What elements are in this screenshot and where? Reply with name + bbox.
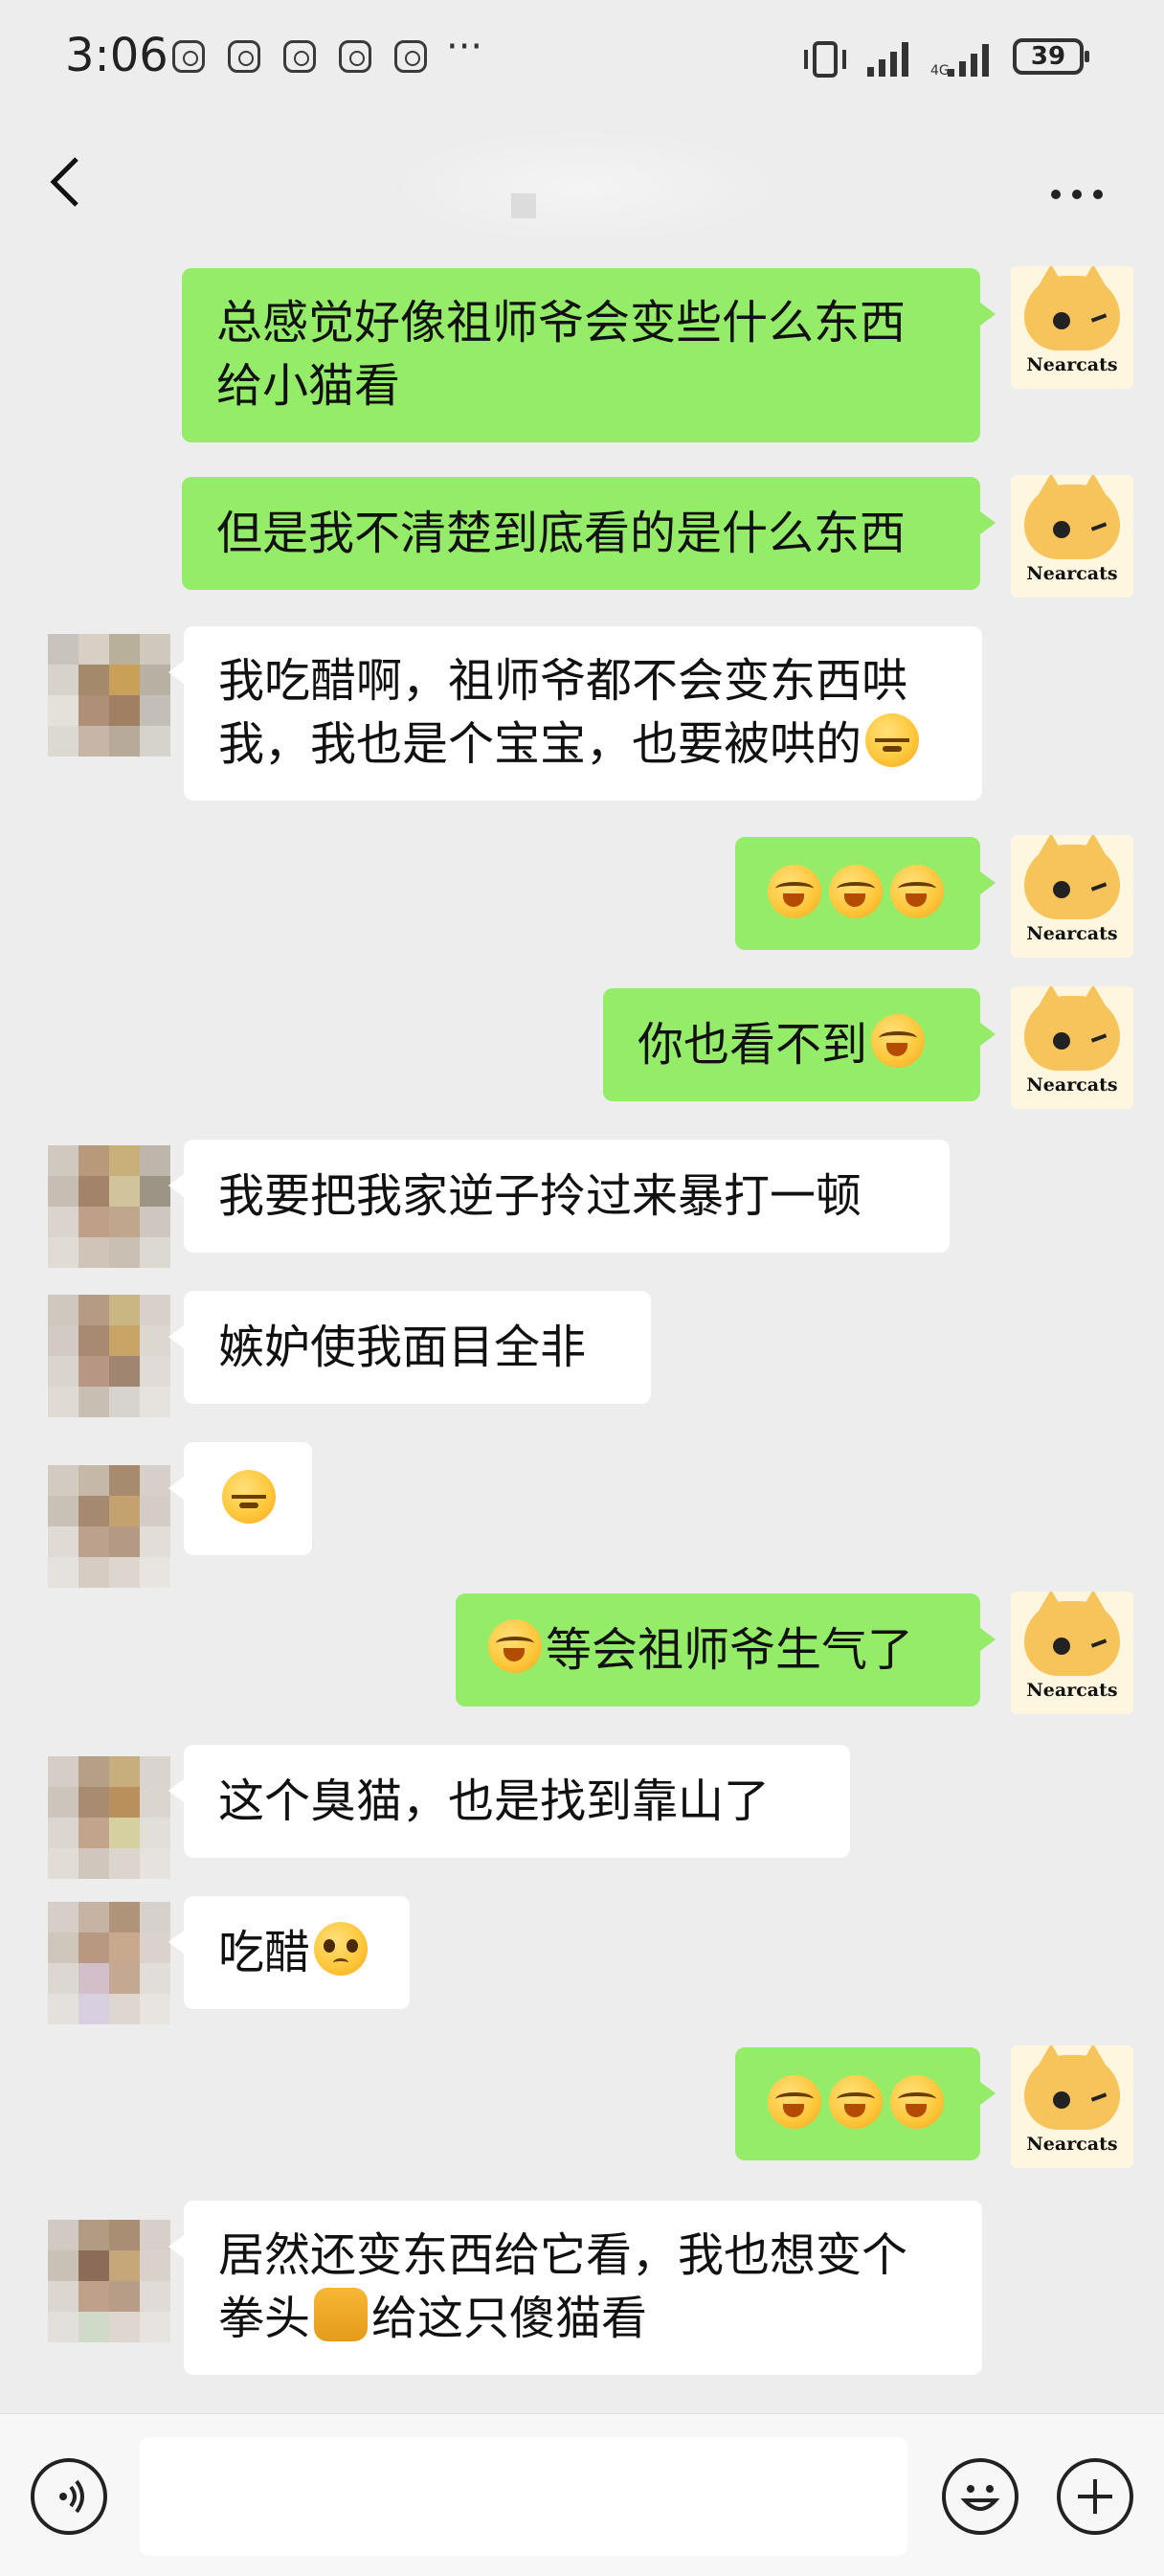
avatar[interactable] [48,1465,170,1588]
message-text: 拳头 [218,2292,311,2345]
laughing-crying-emoji-icon [488,1619,542,1673]
signal-icon [867,42,908,77]
laughing-crying-emoji-icon [890,865,944,918]
avatar[interactable]: Nearcats [1011,835,1133,958]
pleading-face-emoji-icon [314,1922,369,1976]
avatar-label: Nearcats [1026,923,1118,944]
message-text: 你也看不到 [638,1018,868,1072]
message-text: 吃醋 [218,1926,311,1979]
message-bubble-received[interactable]: 这个臭猫，也是找到靠山了 [168,1745,850,1858]
vibrate-icon [804,41,846,78]
title-placeholder [511,193,536,218]
avatar-label: Nearcats [1026,354,1118,375]
voice-icon[interactable] [31,2458,107,2535]
message-text: 给小猫看 [216,359,401,413]
message-bubble-sent[interactable] [735,2047,996,2160]
more-dots-icon[interactable] [1051,180,1112,209]
cat-avatar-icon [1024,1592,1120,1676]
notification-icon [283,40,316,73]
message-text: 嫉妒使我面目全非 [218,1321,587,1374]
message-text: 我，我也是个宝宝，也要被哄的 [218,717,862,771]
signal-icon: 4G [930,44,989,79]
avatar[interactable]: Nearcats [1011,475,1133,598]
message-bubble-sent[interactable]: 等会祖师爷生气了 [456,1593,996,1706]
notification-icon [394,40,427,73]
avatar[interactable] [48,1295,170,1417]
cat-avatar-icon [1024,475,1120,559]
avatar[interactable] [48,1902,170,2024]
cat-avatar-icon [1024,2045,1120,2130]
message-bubble-sent[interactable] [735,837,996,950]
angry-crying-emoji-icon [222,1470,276,1524]
message-bubble-received[interactable] [168,1442,312,1555]
notification-icon [339,40,371,73]
chat-header [0,115,1164,249]
message-text: 总感觉好像祖师爷会变些什么东西 [216,296,907,350]
laughing-crying-emoji-icon [829,865,883,918]
avatar[interactable] [48,1145,170,1268]
message-text: 我要把我家逆子拎过来暴打一顿 [218,1169,862,1223]
message-text: 我吃醋啊，祖师爷都不会变东西哄 [218,654,908,708]
avatar[interactable]: Nearcats [1011,266,1133,389]
status-time: 3:06 [65,29,168,82]
avatar[interactable]: Nearcats [1011,2045,1133,2168]
avatar-label: Nearcats [1026,1680,1118,1701]
avatar[interactable] [48,1756,170,1879]
message-bubble-received[interactable]: 居然还变东西给它看，我也想变个 拳头 给这只傻猫看 [168,2201,982,2375]
laughing-crying-emoji-icon [871,1014,926,1068]
angry-crying-emoji-icon [865,713,920,767]
fist-emoji-icon [314,2288,369,2341]
avatar[interactable] [48,634,170,757]
battery-indicator: 39 [1013,38,1089,75]
message-text: 居然还变东西给它看，我也想变个 [218,2228,908,2282]
message-bubble-sent[interactable]: 但是我不清楚到底看的是什么东西 [182,477,996,590]
message-bubble-received[interactable]: 吃醋 [168,1896,410,2009]
message-text: 这个臭猫，也是找到靠山了 [218,1774,771,1828]
message-bubble-received[interactable]: 嫉妒使我面目全非 [168,1291,651,1404]
svg-text:4G: 4G [930,63,950,79]
plus-icon[interactable] [1057,2458,1133,2535]
message-text: 但是我不清楚到底看的是什么东西 [216,507,907,560]
input-bar [0,2413,1164,2576]
message-bubble-received[interactable]: 我吃醋啊，祖师爷都不会变东西哄 我，我也是个宝宝，也要被哄的 [168,626,982,801]
cat-avatar-icon [1024,986,1120,1071]
message-bubble-sent[interactable]: 你也看不到 [603,988,996,1101]
message-bubble-received[interactable]: 我要把我家逆子拎过来暴打一顿 [168,1140,950,1253]
cat-avatar-icon [1024,266,1120,350]
message-input[interactable] [140,2437,907,2556]
avatar-label: Nearcats [1026,563,1118,584]
message-bubble-sent[interactable]: 总感觉好像祖师爷会变些什么东西 给小猫看 [182,268,996,442]
avatar-label: Nearcats [1026,1074,1118,1096]
avatar[interactable] [48,2220,170,2342]
notification-icon [228,40,260,73]
laughing-crying-emoji-icon [768,2075,821,2129]
status-bar: 3:06 ··· 4G 39 [0,0,1164,115]
message-text: 等会祖师爷生气了 [546,1623,914,1677]
laughing-crying-emoji-icon [890,2075,944,2129]
laughing-crying-emoji-icon [829,2075,883,2129]
emoji-icon[interactable] [942,2458,1018,2535]
chat-title [402,134,766,239]
notification-icon [172,40,205,73]
cat-avatar-icon [1024,835,1120,919]
chevron-left-icon[interactable] [38,153,96,211]
message-text: 给这只傻猫看 [371,2292,648,2345]
avatar[interactable]: Nearcats [1011,1592,1133,1714]
avatar-label: Nearcats [1026,2134,1118,2155]
avatar[interactable]: Nearcats [1011,986,1133,1109]
more-notifications-indicator: ··· [446,25,483,69]
laughing-crying-emoji-icon [768,865,821,918]
